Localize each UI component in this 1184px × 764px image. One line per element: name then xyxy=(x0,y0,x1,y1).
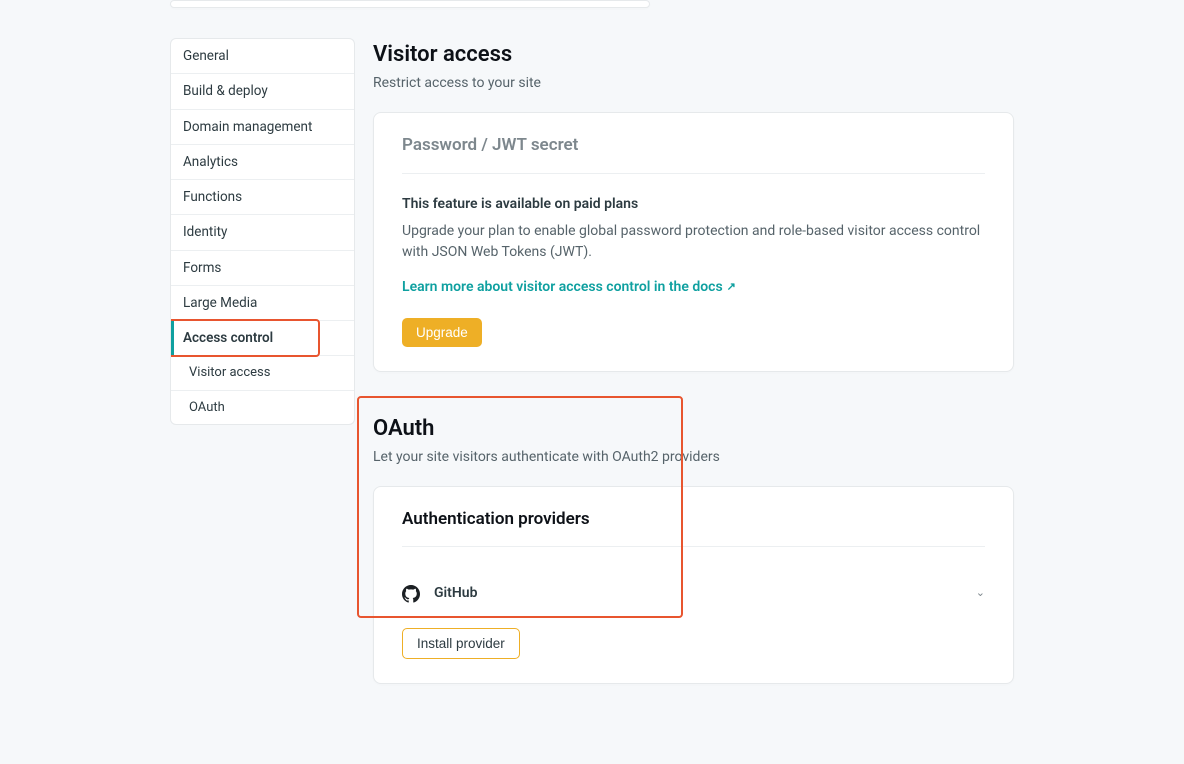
paid-plan-notice: This feature is available on paid plans xyxy=(402,194,985,215)
install-provider-button[interactable]: Install provider xyxy=(402,628,520,659)
external-link-icon: ↗ xyxy=(727,279,736,296)
sidebar-item-large-media[interactable]: Large Media xyxy=(171,286,354,321)
provider-name: GitHub xyxy=(434,583,477,604)
sidebar-item-forms[interactable]: Forms xyxy=(171,251,354,286)
provider-row-github[interactable]: GitHub ⌄ xyxy=(402,567,985,628)
main-content: Visitor access Restrict access to your s… xyxy=(373,38,1014,724)
visitor-access-subtitle: Restrict access to your site xyxy=(373,73,1014,94)
visitor-access-title: Visitor access xyxy=(373,38,1014,71)
password-jwt-heading: Password / JWT secret xyxy=(402,133,985,174)
password-jwt-card: Password / JWT secret This feature is av… xyxy=(373,112,1014,372)
github-icon xyxy=(402,585,420,603)
auth-providers-card: Authentication providers GitHub ⌄ Instal… xyxy=(373,486,1014,685)
sidebar-item-functions[interactable]: Functions xyxy=(171,180,354,215)
learn-more-text: Learn more about visitor access control … xyxy=(402,277,723,298)
sidebar-item-access-control[interactable]: Access control xyxy=(171,321,354,356)
chevron-down-icon: ⌄ xyxy=(976,585,985,602)
top-card-stub xyxy=(170,0,650,8)
sidebar-sub-oauth[interactable]: OAuth xyxy=(171,391,354,425)
oauth-title: OAuth xyxy=(373,412,1014,445)
sidebar-item-general[interactable]: General xyxy=(171,39,354,74)
upgrade-button[interactable]: Upgrade xyxy=(402,318,482,347)
learn-more-link[interactable]: Learn more about visitor access control … xyxy=(402,277,736,298)
settings-sidebar: General Build & deploy Domain management… xyxy=(170,38,355,425)
sidebar-item-build-deploy[interactable]: Build & deploy xyxy=(171,74,354,109)
oauth-subtitle: Let your site visitors authenticate with… xyxy=(373,447,1014,468)
sidebar-item-domain-management[interactable]: Domain management xyxy=(171,110,354,145)
paid-plan-description: Upgrade your plan to enable global passw… xyxy=(402,221,985,263)
sidebar-sub-visitor-access[interactable]: Visitor access xyxy=(171,356,354,391)
sidebar-item-identity[interactable]: Identity xyxy=(171,215,354,250)
sidebar-item-analytics[interactable]: Analytics xyxy=(171,145,354,180)
auth-providers-heading: Authentication providers xyxy=(402,507,985,548)
